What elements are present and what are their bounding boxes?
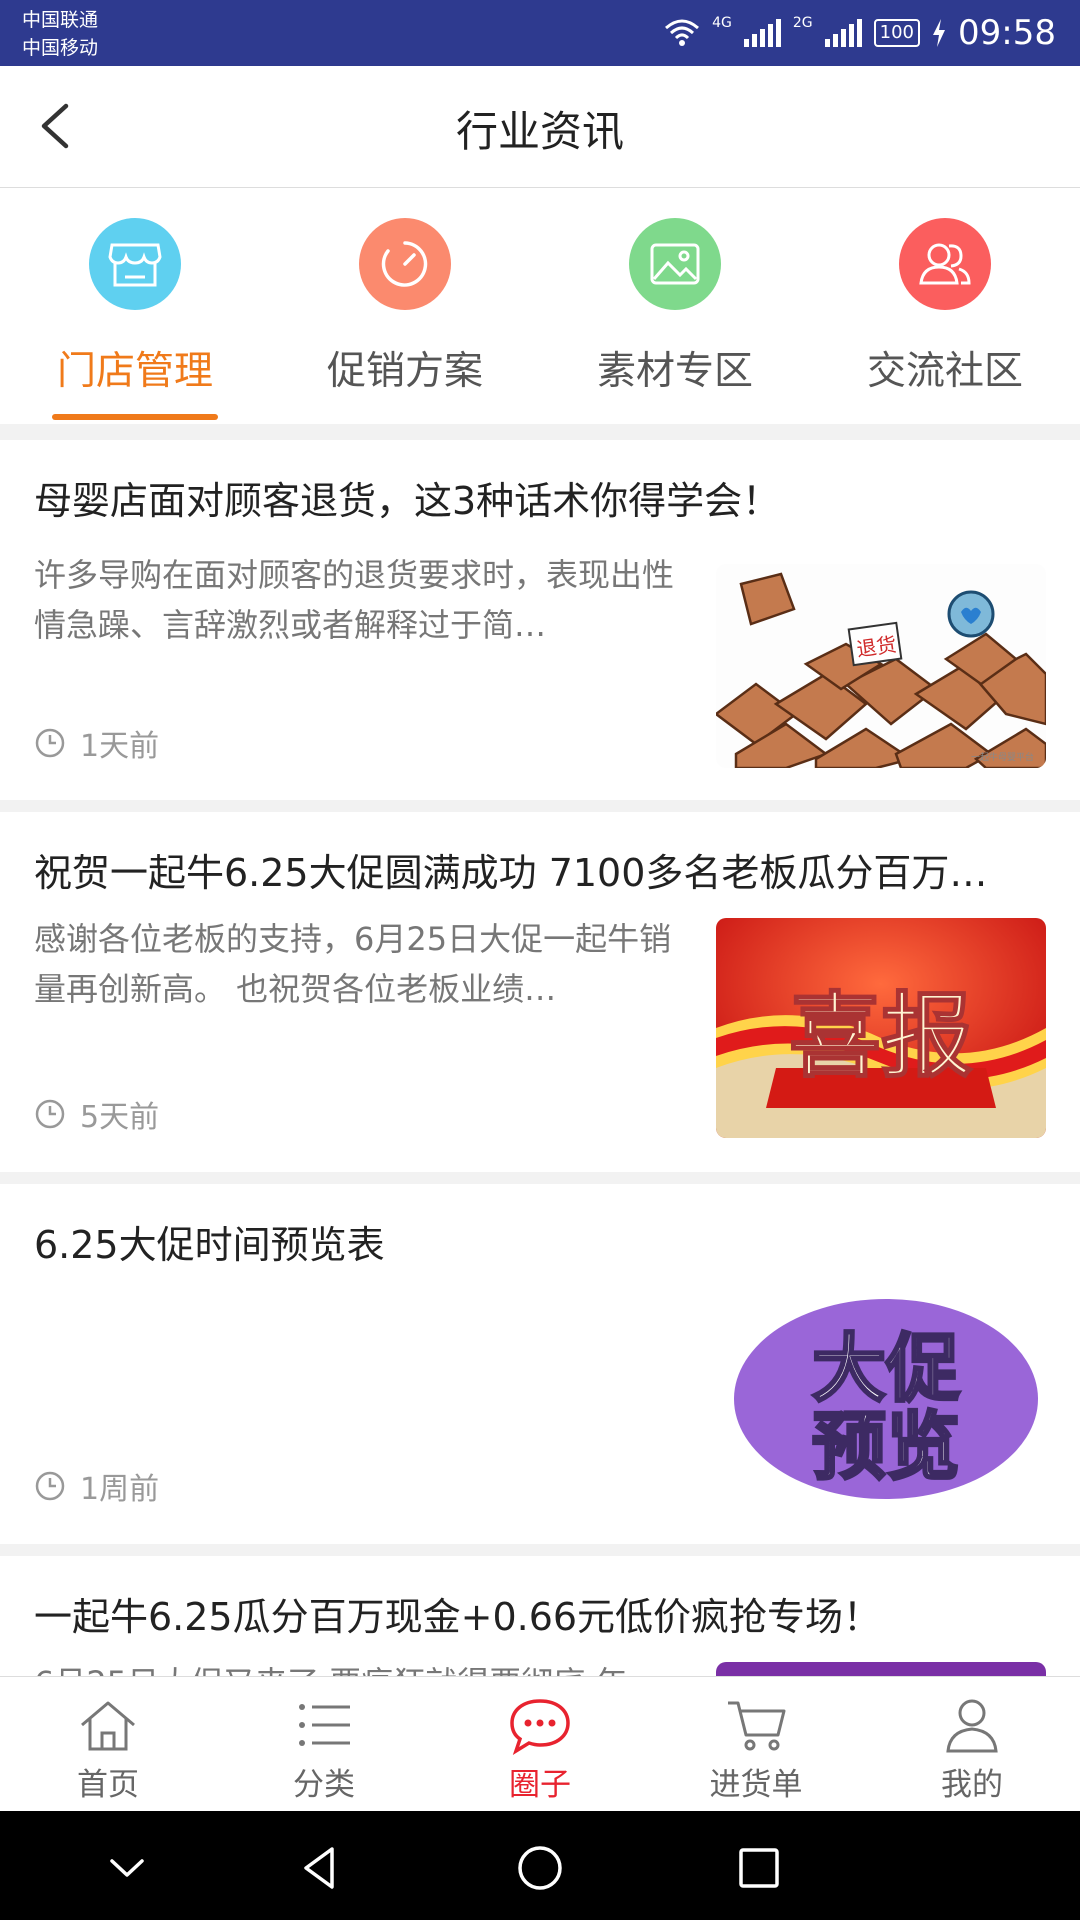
article-summary: 感谢各位老板的支持，6月25日大促一起牛销量再创新高。 也祝贺各位老板业绩…: [34, 920, 672, 1008]
tab-label: 交流社区: [866, 349, 1023, 394]
article-item[interactable]: 母婴店面对顾客退货，这3种话术你得学会！ 许多导购在面对顾客的退货要求时，表现出…: [0, 440, 1080, 800]
page-title: 行业资讯: [455, 107, 624, 156]
timer-icon: [359, 218, 451, 310]
carrier-info: 中国联通 中国移动: [22, 6, 98, 62]
article-title: 一起牛6.25瓜分百万现金+0.66元低价疯抢专场！: [34, 1595, 882, 1639]
time-text: 1周前: [80, 1472, 160, 1507]
collapse-down-icon[interactable]: [102, 1843, 152, 1893]
clock-icon: [35, 1471, 65, 1501]
nav-label: 圈子: [509, 1767, 571, 1803]
tab-label: 门店管理: [56, 349, 213, 394]
article-summary: 6月25日大促又来了 要疯狂就得要彻底 年…: [34, 1658, 684, 1676]
app-header: 行业资讯: [0, 66, 1080, 188]
nav-profile[interactable]: 我的: [864, 1677, 1080, 1812]
clock-icon: [35, 1099, 65, 1129]
divider: [0, 424, 1080, 440]
article-thumbnail: 大促 预览: [716, 1294, 1046, 1504]
thumbnail-line-2: 预览: [812, 1404, 960, 1490]
signal-type-1: 4G: [712, 15, 732, 31]
nav-label: 我的: [941, 1767, 1003, 1803]
article-time: 5天前: [34, 1094, 160, 1135]
tab-community[interactable]: 交流社区: [810, 188, 1080, 424]
cart-icon: [728, 1701, 786, 1751]
article-summary: 许多导购在面对顾客的退货要求时，表现出性情急躁、言辞激烈或者解释过于简…: [34, 556, 675, 644]
article-item[interactable]: 祝贺一起牛6.25大促圆满成功 7100多名老板瓜分百万… 感谢各位老板的支持，…: [0, 812, 1080, 1172]
nav-label: 首页: [77, 1767, 139, 1803]
store-icon: [89, 218, 181, 310]
article-time: 1周前: [34, 1466, 160, 1507]
tab-promotion-plans[interactable]: 促销方案: [270, 188, 540, 424]
return-sign: 退货: [847, 621, 903, 667]
thumbnail-headline: 喜报: [789, 982, 973, 1090]
article-thumbnail: [716, 1662, 1046, 1676]
home-circle-icon[interactable]: [515, 1843, 565, 1893]
list-icon: [299, 1704, 350, 1746]
nav-home[interactable]: 首页: [0, 1677, 216, 1812]
divider: [0, 1172, 1080, 1184]
tab-store-management[interactable]: 门店管理: [0, 188, 270, 424]
tab-materials[interactable]: 素材专区: [540, 188, 810, 424]
user-icon: [946, 1699, 998, 1753]
article-title: 祝贺一起牛6.25大促圆满成功 7100多名老板瓜分百万…: [34, 851, 988, 895]
signal-type-2: 2G: [792, 15, 813, 31]
article-thumbnail: 喜报: [716, 918, 1046, 1138]
category-tabs: 门店管理 促销方案 素材专区 交流社区: [0, 188, 1080, 424]
system-nav-bar: [0, 1811, 1080, 1920]
thumbnail-line-1: 大促: [812, 1326, 960, 1412]
divider: [0, 1544, 1080, 1556]
chat-icon: [510, 1699, 570, 1755]
nav-label: 分类: [293, 1767, 355, 1803]
article-item[interactable]: 一起牛6.25瓜分百万现金+0.66元低价疯抢专场！ 6月25日大促又来了 要疯…: [0, 1556, 1080, 1676]
home-icon: [81, 1701, 135, 1751]
nav-label: 进货单: [709, 1767, 803, 1803]
battery-level: 100: [873, 19, 921, 47]
article-item[interactable]: 6.25大促时间预览表 1周前 大促 预览: [0, 1184, 1080, 1544]
bottom-nav: 首页 分类 圈子 进货单 我的: [0, 1676, 1080, 1811]
thumbnail-watermark: 一起牛母婴平台: [971, 751, 1034, 763]
carrier-1: 中国联通: [22, 9, 99, 31]
back-triangle-icon[interactable]: [296, 1843, 346, 1893]
status-icons: 4G 2G 100 09:58: [664, 10, 1056, 56]
tab-label: 素材专区: [596, 349, 753, 394]
recents-square-icon[interactable]: [734, 1843, 784, 1893]
status-bar: 中国联通 中国移动 4G 2G 100 09:58: [0, 0, 1080, 66]
signal-bars-2-icon: [824, 19, 862, 47]
time-text: 1天前: [80, 729, 160, 764]
image-icon: [629, 218, 721, 310]
time-text: 5天前: [80, 1100, 160, 1135]
clock-icon: [35, 728, 65, 758]
wifi-icon: [665, 19, 700, 46]
active-tab-indicator: [52, 414, 218, 420]
clock: 09:58: [958, 13, 1056, 53]
charging-icon: [933, 19, 946, 47]
nav-cart[interactable]: 进货单: [648, 1677, 864, 1812]
signal-bars-1-icon: [743, 19, 781, 47]
tab-label: 促销方案: [326, 349, 483, 394]
nav-circle[interactable]: 圈子: [432, 1677, 648, 1812]
article-thumbnail: 退货 一起牛母婴平台: [716, 564, 1046, 768]
carrier-2: 中国移动: [22, 37, 99, 59]
users-icon: [899, 218, 991, 310]
article-title: 6.25大促时间预览表: [34, 1223, 385, 1267]
divider: [0, 800, 1080, 812]
article-title: 母婴店面对顾客退货，这3种话术你得学会！: [34, 479, 781, 523]
article-time: 1天前: [34, 723, 160, 764]
nav-category[interactable]: 分类: [216, 1677, 432, 1812]
